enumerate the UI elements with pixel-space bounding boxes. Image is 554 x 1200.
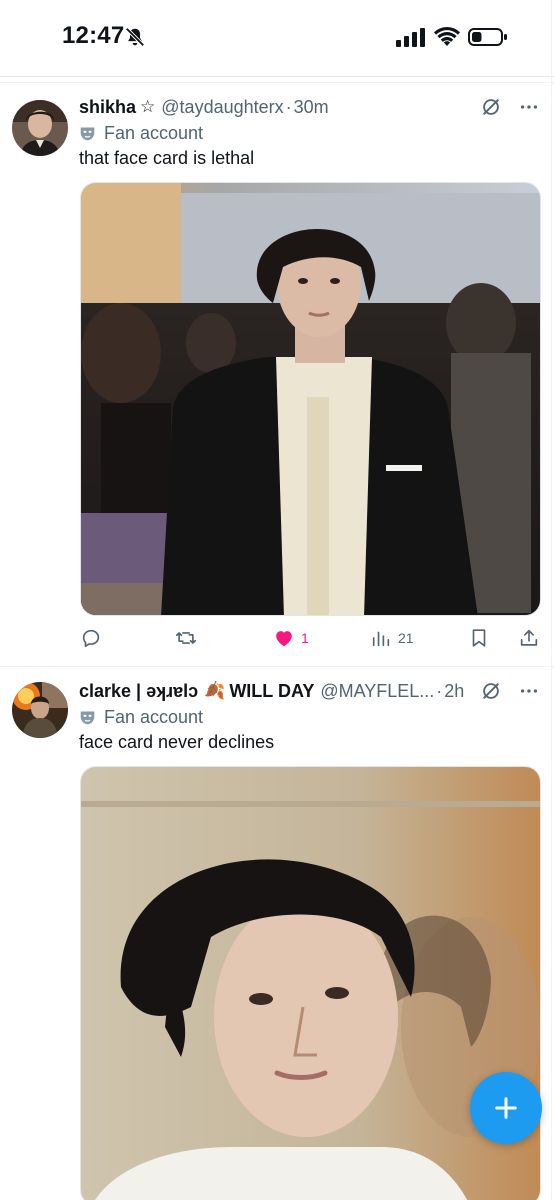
timestamp[interactable]: 30m — [294, 97, 329, 118]
photo-image — [81, 767, 540, 1200]
handle[interactable]: @MAYFLEL... — [320, 681, 434, 702]
mask-icon — [80, 711, 95, 724]
fan-account-text: Fan account — [104, 122, 204, 143]
tweet-text: that face card is lethal — [79, 148, 255, 168]
plus-icon — [495, 1097, 517, 1119]
header-actions — [480, 680, 540, 702]
header-rule — [0, 82, 554, 83]
grok-icon[interactable] — [480, 680, 502, 702]
handle[interactable]: @taydaughterx — [161, 97, 283, 118]
tweet-text: face card never declines — [79, 732, 275, 752]
bell-slash-icon — [125, 27, 145, 47]
avatar-photo — [12, 100, 68, 156]
fallen-leaf-emoji: 🍂 — [204, 681, 226, 700]
status-icons — [396, 26, 508, 48]
share-icon — [520, 629, 538, 646]
grok-icon[interactable] — [480, 96, 502, 118]
status-divider — [0, 76, 554, 77]
wifi-icon — [434, 27, 460, 46]
display-name[interactable]: shikha — [79, 97, 136, 118]
separator-dot: · — [436, 680, 443, 701]
tweet[interactable]: clarke | ǝʞɹɐlɔ 🍂 WILL DAY @MAYFLEL... ·… — [0, 668, 554, 1200]
bookmark-icon — [472, 629, 486, 647]
timestamp[interactable]: 2h — [444, 681, 464, 702]
views-button[interactable]: 21 — [370, 624, 414, 652]
tweet-divider — [0, 666, 554, 667]
status-time: 12:47 — [62, 22, 125, 49]
status-bar: 12:47 — [0, 0, 554, 76]
battery-icon — [468, 28, 507, 46]
tweet-actions: 1 21 — [80, 624, 540, 652]
retweet-button[interactable] — [175, 624, 197, 652]
tweet-header: shikha ☆ @taydaughterx · 30m — [79, 94, 540, 120]
more-icon[interactable] — [518, 96, 540, 118]
avatar[interactable] — [12, 100, 68, 156]
separator-dot: · — [285, 96, 292, 117]
views-chart-icon — [372, 631, 390, 647]
heart-filled-icon — [276, 631, 292, 647]
bookmark-button[interactable] — [468, 624, 490, 652]
display-name[interactable]: clarke | ǝʞɹɐlɔ — [79, 681, 198, 702]
cellular-signal-icon — [396, 28, 425, 47]
display-name-extra[interactable]: WILL DAY — [229, 681, 314, 702]
photo-image — [81, 183, 540, 615]
compose-button[interactable] — [470, 1072, 542, 1144]
mask-icon — [80, 127, 95, 140]
tweet-header: clarke | ǝʞɹɐlɔ 🍂 WILL DAY @MAYFLEL... ·… — [79, 678, 540, 704]
reply-button[interactable] — [80, 624, 102, 652]
avatar-photo — [12, 682, 68, 738]
share-button[interactable] — [518, 624, 540, 652]
fan-account-label: Fan account — [79, 705, 203, 729]
fan-account-text: Fan account — [104, 706, 204, 727]
like-button[interactable]: 1 — [273, 624, 309, 652]
fan-account-label: Fan account — [79, 121, 203, 145]
header-actions — [480, 96, 540, 118]
star-outline-icon: ☆ — [140, 97, 156, 116]
tweet[interactable]: shikha ☆ @taydaughterx · 30m Fan account… — [0, 84, 554, 666]
more-icon[interactable] — [518, 680, 540, 702]
tweet-photo[interactable] — [80, 766, 541, 1200]
reply-icon — [82, 629, 100, 648]
retweet-icon — [176, 632, 196, 644]
views-count: 21 — [398, 630, 414, 646]
avatar[interactable] — [12, 682, 68, 738]
like-count: 1 — [301, 630, 309, 646]
tweet-photo[interactable] — [80, 182, 541, 616]
